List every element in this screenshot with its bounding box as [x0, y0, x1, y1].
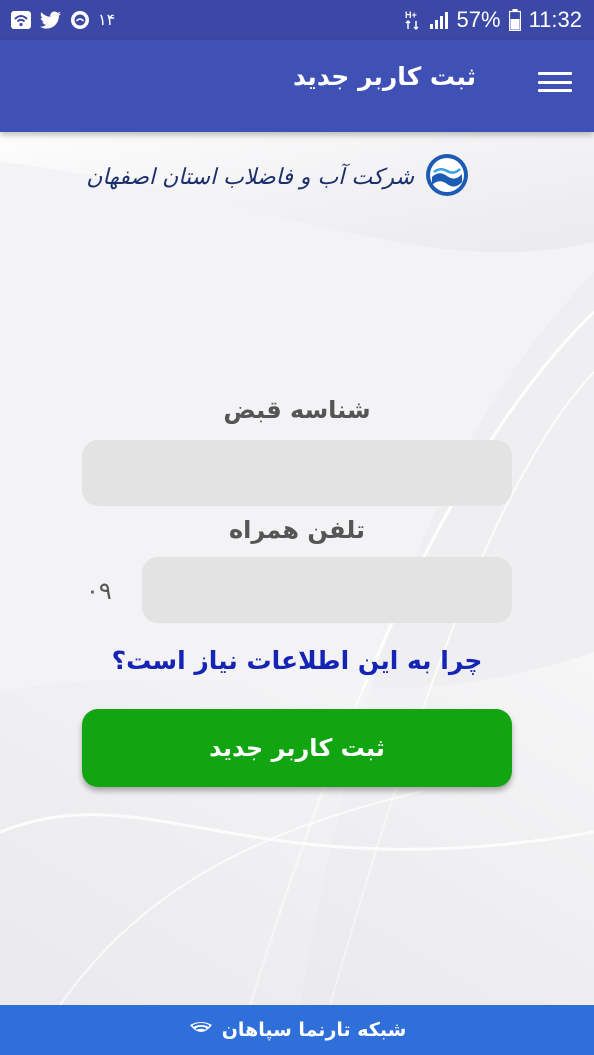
status-bar-right: H+ 57% 11:32 — [405, 7, 582, 33]
footer-text: شبکه تارنما سپاهان — [221, 1019, 407, 1041]
bill-id-label: شناسه قبض — [223, 396, 371, 424]
phone-prefix: ۰۹ — [86, 577, 112, 605]
phone-input[interactable] — [142, 557, 512, 623]
page-title: ثبت کاربر جدید — [292, 62, 476, 91]
water-drop-logo-icon — [424, 152, 470, 202]
svg-text:H+: H+ — [405, 10, 417, 20]
bill-id-input[interactable] — [82, 440, 512, 506]
footer: شبکه تارنما سپاهان — [0, 1005, 594, 1055]
company-name: شرکت آب و فاضلاب استان اصفهان — [86, 164, 414, 190]
why-info-link[interactable]: چرا به این اطلاعات نیاز است؟ — [0, 646, 594, 675]
battery-icon — [508, 9, 521, 31]
status-bar: ۱۴ H+ 57% 11:32 — [0, 0, 594, 40]
twitter-icon — [40, 11, 62, 29]
register-button[interactable]: ثبت کاربر جدید — [82, 709, 512, 787]
battery-percent: 57% — [456, 7, 501, 32]
signal-icon — [429, 10, 449, 30]
wifi-notification-icon — [10, 10, 32, 30]
main-content: شرکت آب و فاضلاب استان اصفهان شناسه قبض … — [0, 132, 594, 1005]
clock: 11:32 — [528, 7, 582, 32]
tarnama-logo-icon — [188, 1017, 214, 1043]
status-bar-left: ۱۴ — [10, 10, 115, 30]
app-bar: ثبت کاربر جدید — [0, 40, 594, 132]
company-logo: شرکت آب و فاضلاب استان اصفهان — [86, 152, 470, 202]
notification-count: ۱۴ — [98, 12, 116, 29]
hamburger-menu-icon[interactable] — [538, 67, 572, 97]
phone-label: تلفن همراه — [228, 516, 366, 544]
network-type-icon: H+ — [405, 9, 421, 31]
app-notification-icon — [70, 10, 90, 30]
